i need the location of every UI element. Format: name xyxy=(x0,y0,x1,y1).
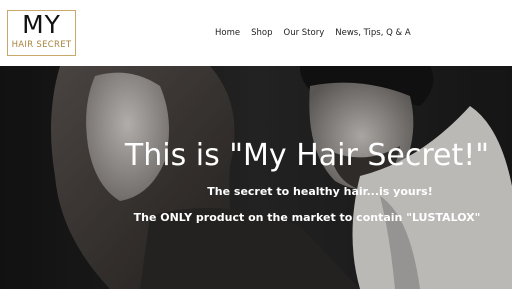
hero-photo xyxy=(0,66,512,289)
logo-line-my: MY xyxy=(22,10,61,39)
main-nav: Home Shop Our Story News, Tips, Q & A xyxy=(215,26,422,40)
hero-title: This is "My Hair Secret!" xyxy=(124,138,490,173)
nav-item-home[interactable]: Home xyxy=(215,26,240,40)
hero-tagline: The ONLY product on the market to contai… xyxy=(133,211,481,224)
site-logo[interactable]: MY HAIR SECRET xyxy=(7,10,76,56)
logo-line-hair-secret: HAIR SECRET xyxy=(11,40,72,50)
site-header: MY HAIR SECRET Home Shop Our Story News,… xyxy=(0,0,512,66)
nav-item-shop[interactable]: Shop xyxy=(251,26,272,40)
nav-item-our-story[interactable]: Our Story xyxy=(284,26,325,40)
hero-subtitle: The secret to healthy hair...is yours! xyxy=(207,185,433,198)
hero-banner: This is "My Hair Secret!" The secret to … xyxy=(0,66,512,289)
nav-item-news-tips-qa[interactable]: News, Tips, Q & A xyxy=(335,26,410,40)
